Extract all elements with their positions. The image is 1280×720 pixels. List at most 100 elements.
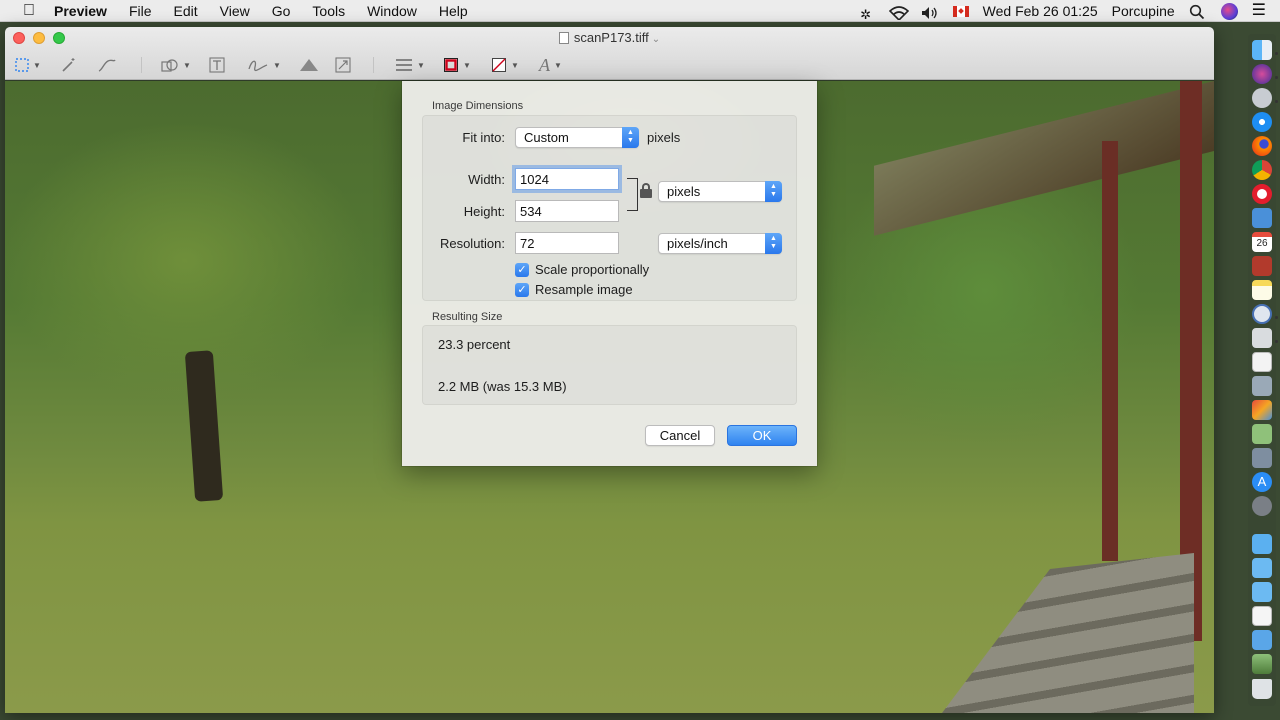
document-icon[interactable] <box>1252 606 1272 626</box>
document-proxy-icon[interactable] <box>558 32 569 44</box>
menu-help[interactable]: Help <box>428 0 479 22</box>
lock-icon[interactable] <box>640 183 652 198</box>
photo-booth-icon[interactable] <box>1252 400 1272 420</box>
fit-into-value: Custom <box>524 130 569 145</box>
ok-button[interactable]: OK <box>727 425 797 446</box>
firefox-icon[interactable] <box>1252 136 1272 156</box>
folder-icon[interactable] <box>1252 534 1272 554</box>
text-style-button[interactable]: A ▼ <box>539 53 562 77</box>
image-capture-icon[interactable] <box>1252 376 1272 396</box>
menu-view[interactable]: View <box>209 0 261 22</box>
photo-porch-roof <box>874 81 1214 236</box>
siri-icon[interactable] <box>1220 2 1238 20</box>
scale-proportionally-checkbox[interactable]: ✓ Scale proportionally <box>515 262 649 277</box>
menu-tools[interactable]: Tools <box>301 0 356 22</box>
photo-porch-steps <box>942 553 1194 713</box>
app-store-icon[interactable]: A <box>1252 472 1272 492</box>
shapes-button[interactable]: ▼ <box>161 53 191 77</box>
popup-stepper-icon: ▲ ▼ <box>622 127 639 148</box>
popup-stepper-icon: ▲ ▼ <box>765 181 782 202</box>
adjust-color-button[interactable] <box>299 53 319 77</box>
resolution-unit-popup[interactable]: pixels/inch ▲ ▼ <box>658 233 782 254</box>
chevron-down-icon: ▼ <box>417 60 425 70</box>
dictionary-icon[interactable] <box>1252 256 1272 276</box>
menu-file[interactable]: File <box>118 0 163 22</box>
wifi-icon[interactable] <box>888 4 909 22</box>
signature-button[interactable]: ▼ <box>247 53 281 77</box>
toolbar-divider <box>373 57 374 73</box>
size-unit-popup[interactable]: pixels ▲ ▼ <box>658 181 782 202</box>
system-preferences-icon[interactable] <box>1252 496 1272 516</box>
image-dimensions-heading: Image Dimensions <box>432 100 524 112</box>
siri-icon[interactable] <box>1252 64 1272 84</box>
height-label: Height: <box>463 204 505 219</box>
photo-porch <box>834 81 1214 713</box>
preview-photos-icon[interactable] <box>1252 424 1272 444</box>
image-icon[interactable] <box>1252 654 1272 674</box>
cancel-button[interactable]: Cancel <box>645 425 715 446</box>
popup-stepper-icon: ▲ ▼ <box>765 233 782 254</box>
bluetooth-status-icon[interactable]: ✲ <box>857 4 875 22</box>
calendar-icon[interactable]: 26 <box>1252 232 1272 252</box>
resolution-field[interactable]: 72 <box>515 232 619 254</box>
sketch-tool-button[interactable] <box>97 53 117 77</box>
launchpad-icon[interactable] <box>1252 88 1272 108</box>
menubar-user[interactable]: Porcupine <box>1112 0 1175 22</box>
resolution-label: Resolution: <box>439 236 505 251</box>
menu-app-preview[interactable]: Preview <box>40 0 118 22</box>
resulting-filesize-text: 2.2 MB (was 15.3 MB) <box>438 379 567 394</box>
shape-style-button[interactable]: ▼ <box>395 53 425 77</box>
notes-icon[interactable] <box>1252 280 1272 300</box>
image-dimensions-group: Fit into: Custom ▲ ▼ pixels Width: 1024 H… <box>422 115 797 301</box>
magic-wand-icon <box>62 58 75 72</box>
selection-tool-button[interactable]: ▼ <box>15 53 41 77</box>
running-indicator <box>1275 340 1278 343</box>
bbedit-icon[interactable] <box>1252 304 1272 324</box>
notification-center-icon[interactable]: ☰ <box>1252 0 1266 22</box>
finder-icon[interactable] <box>1252 40 1272 60</box>
fill-color-icon <box>492 58 506 72</box>
menu-edit[interactable]: Edit <box>163 0 209 22</box>
width-field[interactable]: 1024 <box>515 168 619 190</box>
resulting-percent-text: 23.3 percent <box>438 337 511 352</box>
window-title-text: scanP173.tiff <box>573 30 649 45</box>
safari-icon[interactable] <box>1252 112 1272 132</box>
height-field[interactable]: 534 <box>515 200 619 222</box>
adjust-size-button[interactable] <box>335 53 351 77</box>
input-source-flag-icon[interactable] <box>952 5 969 17</box>
running-indicator <box>1275 76 1278 79</box>
chevron-down-icon: ▼ <box>463 60 471 70</box>
chrome-icon[interactable] <box>1252 160 1272 180</box>
folder-icon-3[interactable] <box>1252 582 1272 602</box>
menubar-clock[interactable]: Wed Feb 26 01:25 <box>983 0 1098 22</box>
fit-into-popup[interactable]: Custom ▲ ▼ <box>515 127 639 148</box>
apple-menu-icon[interactable]:  <box>18 0 40 22</box>
fill-color-button[interactable]: ▼ <box>491 53 519 77</box>
spotlight-search-icon[interactable] <box>1189 4 1207 20</box>
instant-alpha-button[interactable] <box>61 53 77 77</box>
resample-image-checkbox[interactable]: ✓ Resample image <box>515 282 633 297</box>
fit-into-label: Fit into: <box>462 130 505 145</box>
proportion-bracket <box>627 178 638 211</box>
preview-icon[interactable] <box>1252 328 1272 348</box>
title-chevron-down-icon[interactable]: ⌄ <box>652 34 660 45</box>
running-indicator <box>1275 316 1278 319</box>
trash-icon[interactable] <box>1252 679 1272 699</box>
menu-window[interactable]: Window <box>356 0 428 22</box>
menu-bar:  Preview File Edit View Go Tools Window… <box>0 0 1280 22</box>
opera-icon[interactable] <box>1252 184 1272 204</box>
resulting-size-heading: Resulting Size <box>432 311 503 323</box>
textedit-icon[interactable] <box>1252 352 1272 372</box>
width-label: Width: <box>468 172 505 187</box>
chevron-down-icon: ▼ <box>273 60 281 70</box>
folder-icon-2[interactable] <box>1252 558 1272 578</box>
window-title[interactable]: scanP173.tiff ⌄ <box>5 30 1214 45</box>
mail-icon[interactable] <box>1252 208 1272 228</box>
text-tool-button[interactable] <box>209 53 225 77</box>
running-indicator <box>1275 100 1278 103</box>
border-color-button[interactable]: ▼ <box>443 53 471 77</box>
screenshot-icon[interactable] <box>1252 448 1272 468</box>
downloads-icon[interactable] <box>1252 630 1272 650</box>
menu-go[interactable]: Go <box>261 0 302 22</box>
volume-icon[interactable] <box>921 4 939 19</box>
